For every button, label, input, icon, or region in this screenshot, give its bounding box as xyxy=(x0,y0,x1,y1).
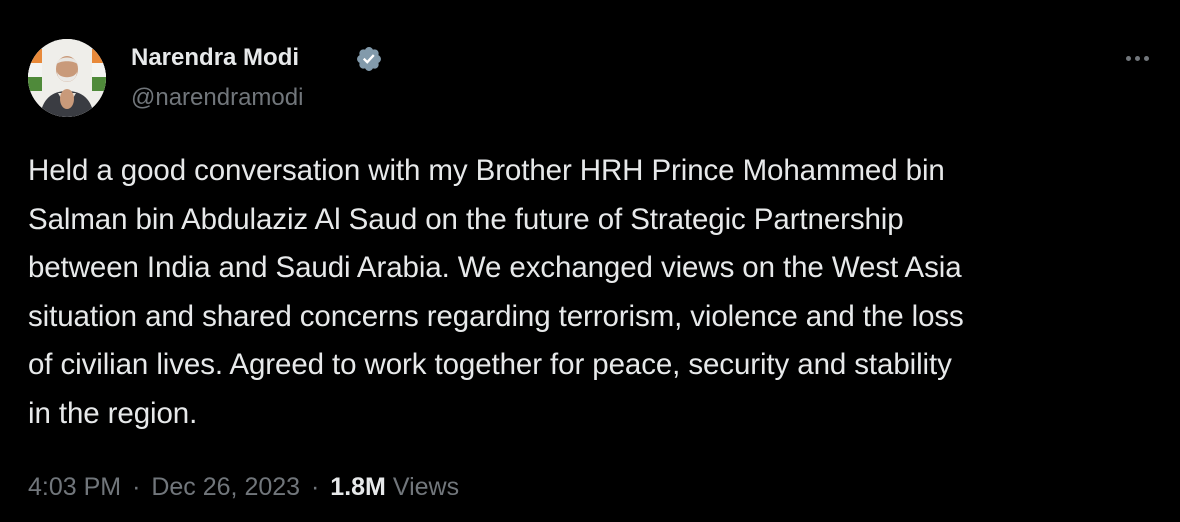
more-horizontal-icon-dot xyxy=(1143,55,1149,61)
more-options-button[interactable] xyxy=(1120,44,1154,72)
meta-separator: · xyxy=(311,473,320,501)
tweet-text-line: Held a good conversation with my Brother… xyxy=(28,154,945,187)
tweet-text: Held a good conversation with my Brother… xyxy=(28,147,1158,438)
tweet-card: Narendra Modi @narendramodi Held a good … xyxy=(0,0,1180,522)
more-horizontal-icon-dot xyxy=(1134,55,1140,61)
tweet-meta: 4:03 PM · Dec 26, 2023 · 1.8M Views xyxy=(28,470,459,504)
tweet-text-line: Salman bin Abdulaziz Al Saud on the futu… xyxy=(28,202,904,236)
tweet-text-line: situation and shared concerns regarding … xyxy=(28,299,964,333)
verified-badge-icon xyxy=(357,47,381,71)
avatar-image xyxy=(28,39,106,117)
views-label: Views xyxy=(392,473,460,501)
views-count: 1.8M xyxy=(330,473,386,501)
meta-separator: · xyxy=(132,473,141,501)
more-horizontal-icon xyxy=(1125,55,1131,61)
tweet-text-line: of civilian lives. Agreed to work togeth… xyxy=(28,348,952,381)
avatar[interactable] xyxy=(28,39,106,117)
tweet-text-line: in the region. xyxy=(28,396,198,430)
tweet-text-line: between India and Saudi Arabia. We excha… xyxy=(28,251,962,284)
author-handle[interactable]: @narendramodi xyxy=(131,82,303,114)
tweet-time[interactable]: 4:03 PM xyxy=(28,473,121,501)
tweet-date[interactable]: Dec 26, 2023 xyxy=(151,473,300,501)
author-name[interactable]: Narendra Modi xyxy=(131,42,299,74)
